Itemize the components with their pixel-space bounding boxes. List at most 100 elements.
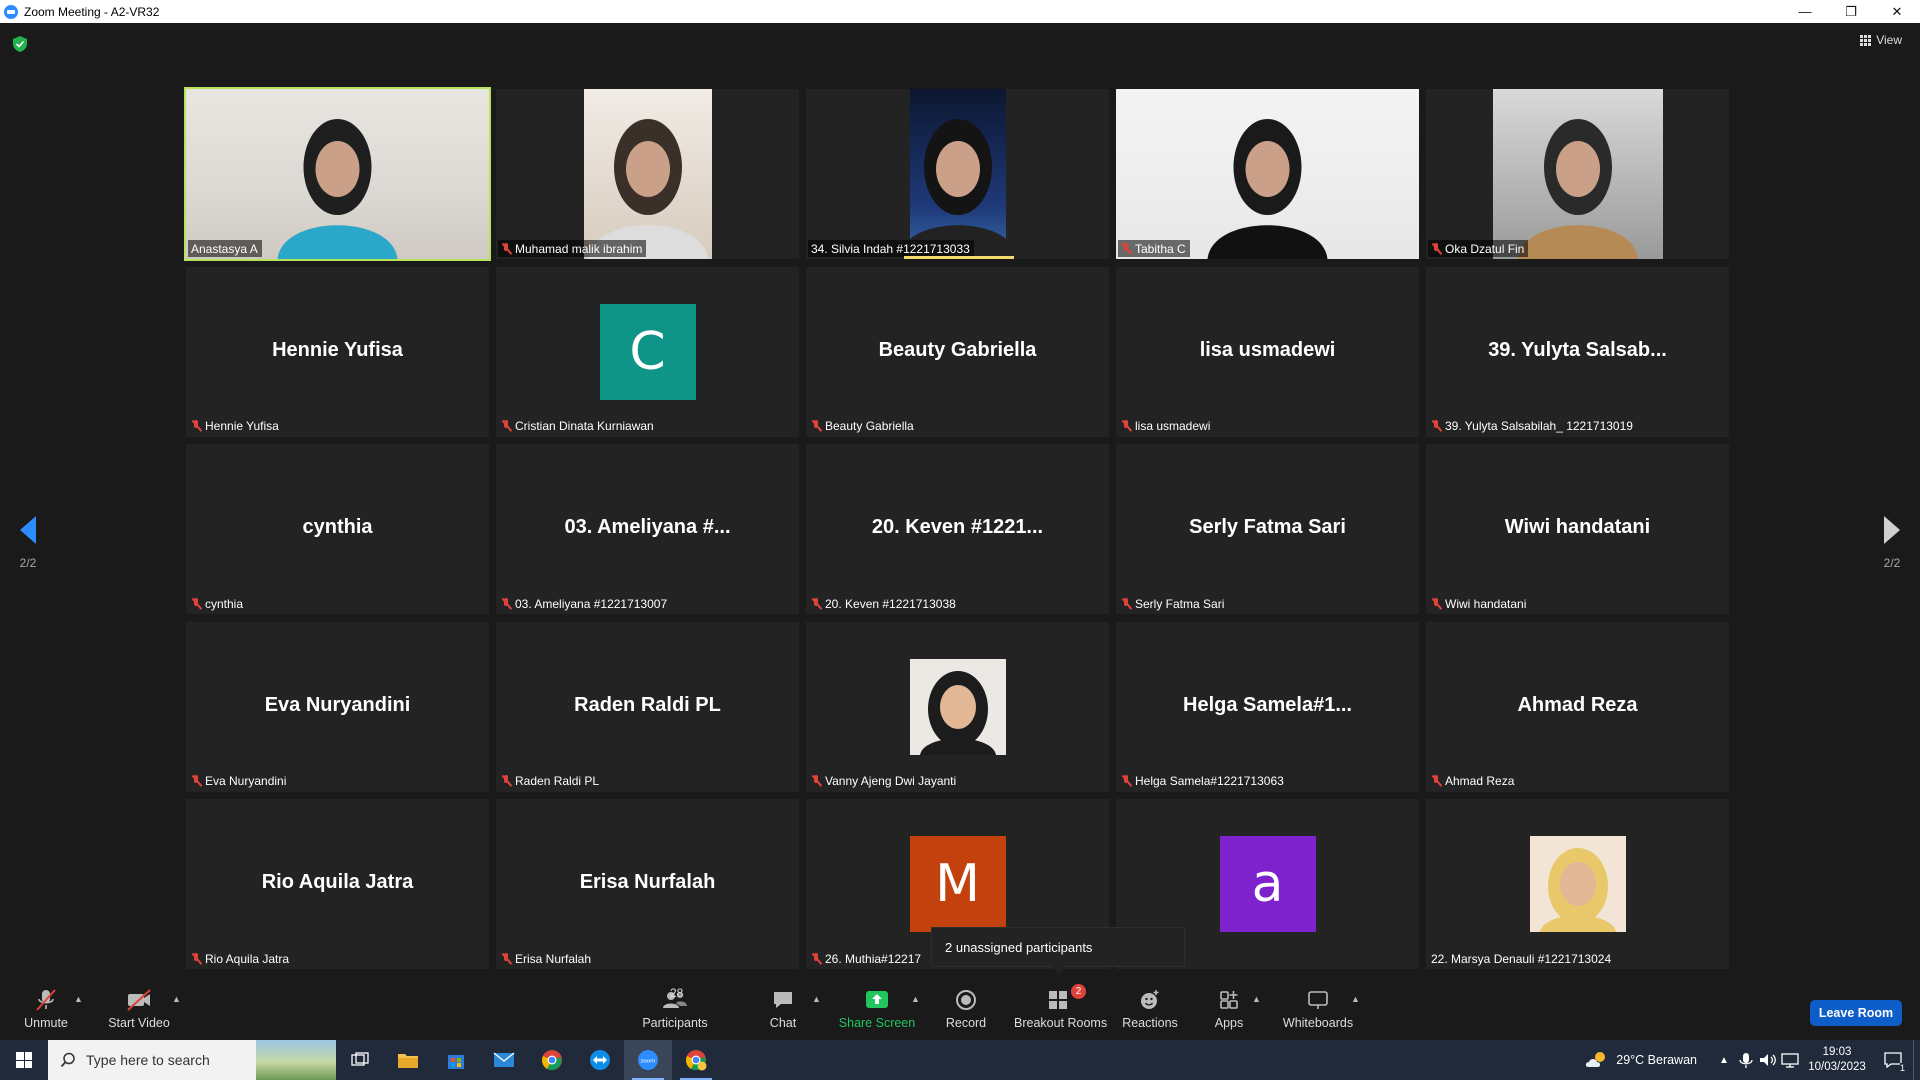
weather-cloud-sun-icon[interactable] (1584, 1050, 1610, 1070)
chat-options-caret[interactable]: ▲ (812, 994, 821, 1004)
whiteboards-button[interactable]: Whiteboards (1282, 988, 1354, 1030)
participant-name-text: Tabitha C (1135, 241, 1186, 256)
task-view-icon (351, 1052, 369, 1066)
security-shield-icon[interactable] (13, 36, 27, 52)
participant-display-name: lisa usmadewi (1199, 338, 1336, 361)
svg-text:zoom: zoom (641, 1059, 656, 1065)
participant-tile[interactable]: Rio Aquila Jatra Rio Aquila Jatra (186, 799, 489, 969)
reactions-button[interactable]: Reactions (1122, 988, 1178, 1030)
participant-name-text: Ahmad Reza (1445, 774, 1515, 788)
microphone-muted-icon (811, 952, 822, 965)
unmute-button[interactable]: Unmute (18, 988, 74, 1030)
record-button[interactable]: Record (944, 988, 988, 1030)
participant-name-text: Eva Nuryandini (205, 774, 287, 788)
participant-tile[interactable]: Muhamad malik ibrahim (496, 89, 799, 259)
microphone-muted-icon (1121, 242, 1132, 255)
microphone-muted-icon (1431, 597, 1442, 610)
participant-tile[interactable]: Anastasya A (184, 87, 491, 261)
microphone-tray-icon[interactable] (1735, 1051, 1757, 1069)
search-icon (60, 1052, 75, 1068)
share-screen-button[interactable]: Share Screen (838, 988, 916, 1030)
notifications-button[interactable]: 1 (1873, 1040, 1913, 1080)
windows-logo-icon (16, 1052, 32, 1068)
mail-button[interactable] (480, 1040, 528, 1080)
participant-tile[interactable]: Serly Fatma Sari Serly Fatma Sari (1116, 444, 1419, 614)
network-icon[interactable] (1779, 1051, 1801, 1069)
zoom-taskbar-button[interactable]: zoom (624, 1040, 672, 1080)
participant-tile[interactable]: Tabitha C (1116, 89, 1419, 259)
taskbar-search-box[interactable]: Type here to search (48, 1040, 336, 1080)
microphone-muted-icon (811, 597, 822, 610)
participant-video (584, 89, 712, 259)
minimize-button[interactable]: — (1782, 0, 1828, 23)
start-video-button[interactable]: Start Video (104, 988, 174, 1030)
participant-name-text: Serly Fatma Sari (1135, 596, 1225, 611)
participant-name-label: 20. Keven #1221713038 (808, 595, 960, 612)
participant-name-text: Erisa Nurfalah (515, 951, 592, 966)
participant-tile[interactable]: cynthia cynthia (186, 444, 489, 614)
participant-tile[interactable]: 03. Ameliyana #... 03. Ameliyana #1221713… (496, 444, 799, 614)
microsoft-store-button[interactable] (432, 1040, 480, 1080)
participant-name-text: Wiwi handatani (1445, 596, 1527, 611)
participant-tile[interactable]: 34. Silvia Indah #1221713033 (806, 89, 1109, 259)
participant-tile[interactable]: 20. Keven #1221... 20. Keven #1221713038 (806, 444, 1109, 614)
participant-name-label: Serly Fatma Sari (1118, 595, 1228, 612)
participant-tile[interactable]: Beauty Gabriella Beauty Gabriella (806, 266, 1109, 437)
show-hidden-icons-chevron-icon[interactable]: ▲ (1713, 1055, 1735, 1066)
microphone-muted-icon (501, 952, 512, 965)
participant-name-label: 03. Ameliyana #1221713007 (498, 595, 671, 612)
participant-tile[interactable]: Ahmad Reza Ahmad Reza (1426, 621, 1729, 792)
participant-display-name: Hennie Yufisa (272, 338, 403, 361)
next-page-button[interactable]: 2/2 (1872, 516, 1912, 570)
breakout-rooms-icon (1049, 991, 1067, 1009)
leave-room-button[interactable]: Leave Room (1810, 1000, 1902, 1026)
participant-tile[interactable]: Eva Nuryandini Eva Nuryandini (186, 621, 489, 792)
participant-tile[interactable]: Raden Raldi PL Raden Raldi PL (496, 621, 799, 792)
taskbar-clock[interactable]: 19:03 10/03/2023 (1801, 1045, 1873, 1075)
participant-tile[interactable]: Hennie Yufisa Hennie Yufisa (186, 266, 489, 437)
microphone-muted-icon (1121, 597, 1132, 610)
participant-tile[interactable]: lisa usmadewi lisa usmadewi (1116, 266, 1419, 437)
person-silhouette-icon (1207, 119, 1328, 259)
chrome-profile-icon (686, 1050, 707, 1071)
participant-name-label: Ahmad Reza (1428, 773, 1518, 790)
participant-tile[interactable]: Helga Samela#1... Helga Samela#1221713063 (1116, 621, 1419, 792)
task-view-button[interactable] (336, 1040, 384, 1080)
participants-button[interactable]: 28 Participants (640, 986, 710, 1030)
apps-button[interactable]: Apps (1208, 988, 1250, 1030)
view-button[interactable]: View (1860, 33, 1902, 47)
participant-display-name: 20. Keven #1221... (871, 516, 1044, 538)
file-explorer-button[interactable] (384, 1040, 432, 1080)
audio-options-caret[interactable]: ▲ (74, 994, 83, 1004)
show-desktop-button[interactable] (1913, 1040, 1920, 1080)
search-highlight-image (256, 1040, 336, 1080)
chrome-profile-button[interactable] (672, 1040, 720, 1080)
speaker-volume-icon[interactable] (1757, 1051, 1779, 1069)
participant-name-text: 34. Silvia Indah #1221713033 (811, 241, 970, 256)
participant-tile[interactable]: 39. Yulyta Salsab... 39. Yulyta Salsabila… (1426, 266, 1729, 437)
chrome-button[interactable] (528, 1040, 576, 1080)
participant-tile[interactable]: C Cristian Dinata Kurniawan (496, 266, 799, 437)
apps-options-caret[interactable]: ▲ (1252, 994, 1261, 1004)
participant-tile[interactable]: Erisa Nurfalah Erisa Nurfalah (496, 799, 799, 969)
weather-text[interactable]: 29°C Berawan (1616, 1053, 1697, 1067)
participant-tile[interactable]: Vanny Ajeng Dwi Jayanti (806, 621, 1109, 792)
teamviewer-icon (590, 1050, 610, 1070)
breakout-rooms-button[interactable]: 2 Breakout Rooms (1014, 984, 1107, 1030)
participant-video (186, 89, 489, 259)
participant-tile[interactable]: Wiwi handatani Wiwi handatani (1426, 444, 1729, 614)
participant-name-label: Rio Aquila Jatra (188, 950, 293, 967)
participant-tile[interactable]: Oka Dzatul Fin (1426, 89, 1729, 259)
chat-button[interactable]: Chat (763, 988, 803, 1030)
whiteboards-options-caret[interactable]: ▲ (1351, 994, 1360, 1004)
teamviewer-button[interactable] (576, 1040, 624, 1080)
video-options-caret[interactable]: ▲ (172, 994, 181, 1004)
previous-page-button[interactable]: 2/2 (8, 516, 48, 570)
profile-photo-image (1529, 836, 1626, 932)
participant-tile[interactable]: 22. Marsya Denauli #1221713024 (1426, 799, 1729, 969)
close-window-button[interactable]: ✕ (1874, 0, 1920, 23)
restore-button[interactable]: ❐ (1828, 0, 1874, 23)
microphone-muted-icon (191, 420, 202, 432)
start-button[interactable] (0, 1040, 48, 1080)
share-options-caret[interactable]: ▲ (911, 994, 920, 1004)
